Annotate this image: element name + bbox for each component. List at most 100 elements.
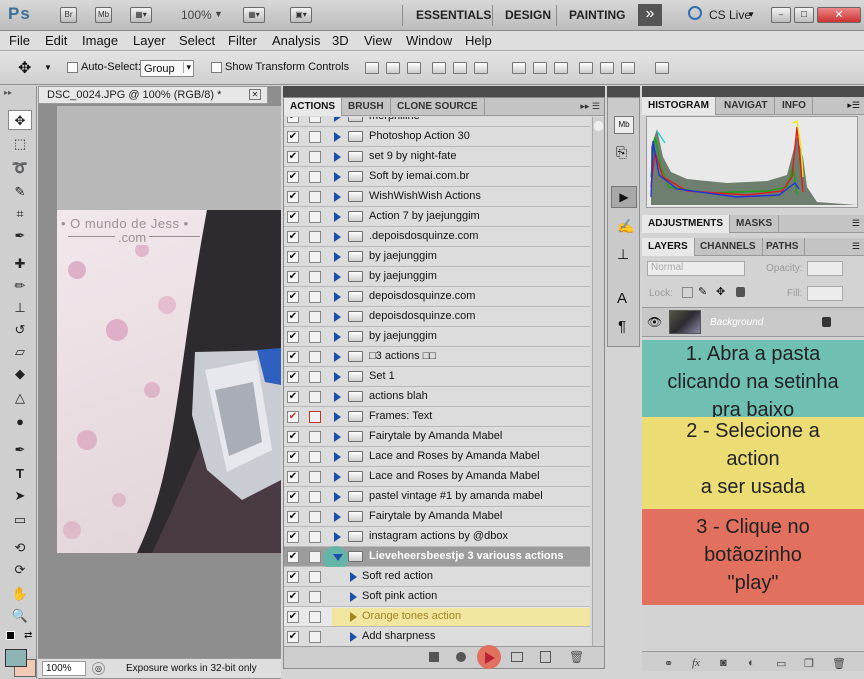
toggle-item-checkbox[interactable]: ✔ — [287, 231, 299, 243]
toggle-item-checkbox[interactable]: ✔ — [287, 431, 299, 443]
expand-arrow-icon[interactable] — [334, 152, 341, 162]
zoom-level[interactable]: 100% — [181, 8, 212, 22]
toggle-item-checkbox[interactable]: ✔ — [287, 611, 299, 623]
expand-arrow-icon[interactable] — [334, 472, 341, 482]
toggle-item-checkbox[interactable]: ✔ — [287, 491, 299, 503]
eyedropper-tool-icon[interactable]: ✒ — [8, 226, 32, 246]
menu-file[interactable]: File — [9, 33, 30, 48]
dialog-toggle[interactable] — [309, 351, 321, 363]
expand-arrow-icon[interactable] — [334, 512, 341, 522]
action-set-row[interactable]: ✔ by jaejunggim — [284, 327, 590, 347]
bridge-button[interactable]: Br — [60, 7, 77, 23]
close-document-icon[interactable]: ✕ — [249, 89, 261, 100]
action-set-row[interactable]: ✔ Soft by iemai.com.br — [284, 167, 590, 187]
expand-arrow-icon[interactable] — [350, 592, 357, 602]
auto-select-dropdown[interactable]: Group ▾ — [140, 60, 194, 77]
tab-adjustments[interactable]: ADJUSTMENTS — [642, 215, 731, 233]
toggle-item-checkbox[interactable]: ✔ — [287, 531, 299, 543]
expand-arrow-icon[interactable] — [334, 172, 341, 182]
healing-tool-icon[interactable]: ✚ — [8, 254, 32, 274]
distribute-vcenter-icon[interactable] — [533, 62, 547, 74]
workspace-design[interactable]: DESIGN — [505, 8, 551, 22]
expand-arrow-icon[interactable] — [334, 452, 341, 462]
record-button[interactable] — [456, 652, 466, 662]
expand-arrow-icon[interactable] — [334, 292, 341, 302]
menu-select[interactable]: Select — [179, 33, 215, 48]
brush-panel-icon[interactable]: ✍ — [617, 218, 634, 235]
default-colors-icon[interactable] — [6, 631, 15, 640]
clone-source-icon[interactable]: ⊥ — [617, 246, 629, 263]
trash-icon[interactable]: 🗑 — [569, 650, 584, 664]
link-icon[interactable]: ⚭ — [664, 657, 673, 670]
zoom-dropdown-icon[interactable]: ▼ — [214, 9, 223, 19]
menu-view[interactable]: View — [364, 33, 392, 48]
action-set-row[interactable]: ✔ actions blah — [284, 387, 590, 407]
auto-select-checkbox[interactable] — [67, 62, 78, 73]
trash-icon[interactable]: 🗑 — [832, 657, 846, 670]
mask-icon[interactable]: ◙ — [720, 657, 727, 669]
menu-analysis[interactable]: Analysis — [272, 33, 320, 48]
menu-edit[interactable]: Edit — [45, 33, 67, 48]
menu-filter[interactable]: Filter — [228, 33, 257, 48]
menu-image[interactable]: Image — [82, 33, 118, 48]
panel-menu-icon[interactable]: ▸▸ ☰ — [580, 101, 600, 112]
selected-action-row[interactable]: ✔ Orange tones action — [284, 607, 590, 627]
action-set-row[interactable]: ✔ instagram actions by @dbox — [284, 527, 590, 547]
distribute-right-icon[interactable] — [621, 62, 635, 74]
align-hcenter-icon[interactable] — [453, 62, 467, 74]
tab-channels[interactable]: CHANNELS — [694, 238, 763, 256]
expand-arrow-icon[interactable] — [334, 352, 341, 362]
expand-arrow-icon[interactable] — [334, 332, 341, 342]
expand-arrow-icon[interactable] — [334, 392, 341, 402]
dialog-toggle[interactable] — [309, 591, 321, 603]
lasso-tool-icon[interactable]: ➰ — [8, 158, 32, 178]
expand-arrow-icon[interactable] — [334, 312, 341, 322]
maximize-button[interactable]: ☐ — [794, 7, 814, 23]
toggle-item-checkbox[interactable]: ✔ — [287, 571, 299, 583]
tab-clone-source[interactable]: CLONE SOURCE — [391, 98, 485, 116]
minibridge-panel-icon[interactable]: Mb — [614, 116, 634, 134]
dialog-toggle[interactable] — [309, 431, 321, 443]
dialog-toggle[interactable] — [309, 131, 321, 143]
toggle-item-checkbox[interactable]: ✔ — [287, 631, 299, 643]
action-set-row[interactable]: ✔ Frames: Text — [284, 407, 590, 427]
action-set-row[interactable]: ✔ pastel vintage #1 by amanda mabel — [284, 487, 590, 507]
hand-tool-icon[interactable]: ✋ — [8, 584, 32, 604]
dialog-toggle[interactable] — [309, 117, 321, 123]
toggle-item-checkbox[interactable]: ✔ — [287, 117, 299, 123]
toggle-item-checkbox[interactable]: ✔ — [287, 351, 299, 363]
align-vcenter-icon[interactable] — [386, 62, 400, 74]
toggle-item-checkbox[interactable]: ✔ — [287, 251, 299, 263]
quick-select-tool-icon[interactable]: ✎ — [8, 182, 32, 202]
show-transform-checkbox[interactable] — [211, 62, 222, 73]
expand-arrow-icon[interactable] — [334, 252, 341, 262]
status-menu-icon[interactable]: ◎ — [92, 662, 105, 675]
expand-arrow-icon[interactable] — [334, 132, 341, 142]
tab-paths[interactable]: PATHS — [760, 238, 806, 256]
expand-arrow-icon[interactable] — [334, 117, 341, 122]
dialog-toggle[interactable] — [309, 551, 321, 563]
type-tool-icon[interactable]: T — [8, 464, 32, 484]
more-workspaces-button[interactable]: » — [638, 4, 662, 26]
fx-icon[interactable]: fx — [692, 657, 700, 669]
dialog-toggle[interactable] — [309, 191, 321, 203]
open-action-set-row[interactable]: ✔ Lieveheersbeestje 3 variouss actions — [284, 546, 590, 571]
zoom-field[interactable]: 100% — [42, 661, 86, 676]
action-set-row[interactable]: ✔ .depoisdosquinze.com — [284, 227, 590, 247]
minibridge-button[interactable]: Mb — [95, 7, 112, 23]
workspace-essentials[interactable]: ESSENTIALS — [416, 8, 491, 22]
dialog-toggle[interactable] — [309, 251, 321, 263]
toggle-item-checkbox[interactable]: ✔ — [287, 371, 299, 383]
toggle-item-checkbox[interactable]: ✔ — [287, 131, 299, 143]
dialog-toggle[interactable] — [309, 311, 321, 323]
lock-all-icon[interactable] — [736, 287, 745, 297]
toggle-item-checkbox[interactable]: ✔ — [287, 151, 299, 163]
toggle-item-checkbox[interactable]: ✔ — [287, 551, 299, 563]
dialog-toggle[interactable] — [309, 271, 321, 283]
toggle-item-checkbox[interactable]: ✔ — [287, 331, 299, 343]
history-brush-icon[interactable]: ↺ — [8, 320, 32, 340]
actions-scrollbar[interactable] — [592, 117, 604, 646]
expand-arrow-icon[interactable] — [334, 372, 341, 382]
auto-align-icon[interactable] — [655, 62, 669, 74]
dialog-toggle[interactable] — [309, 611, 321, 623]
